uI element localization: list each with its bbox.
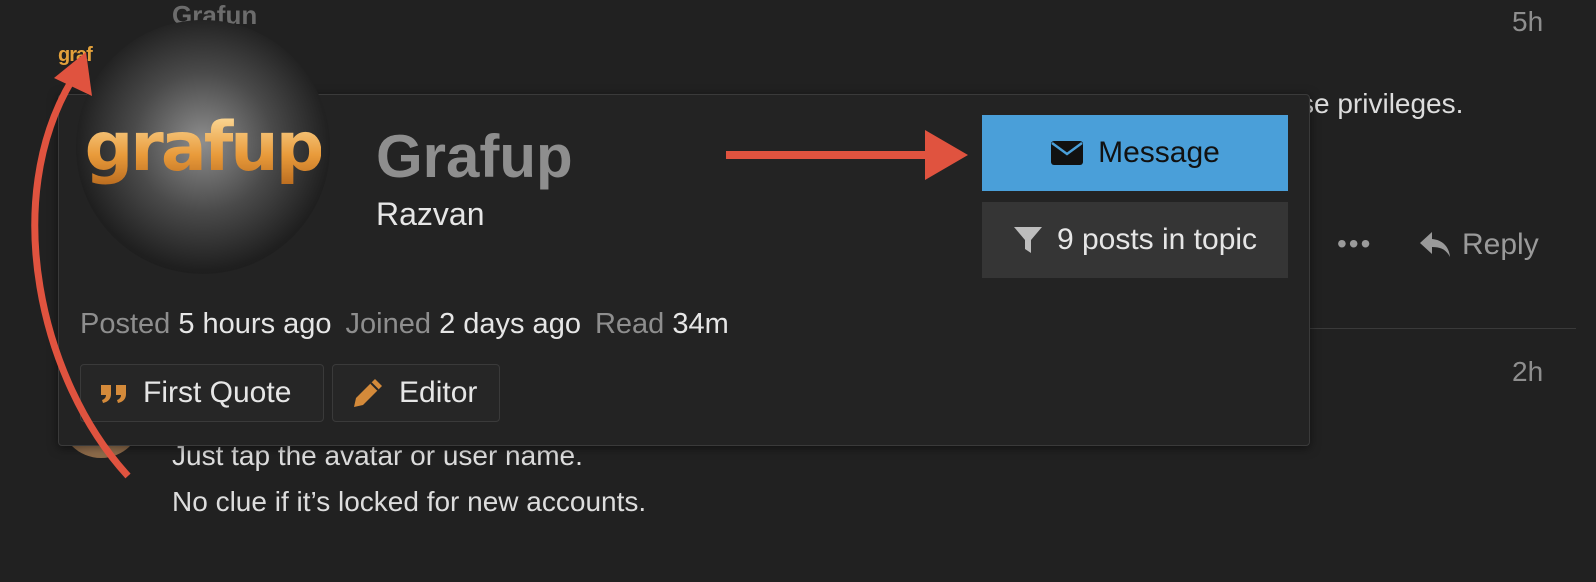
arrow-to-message-button [726,130,968,180]
annotation-arrows [31,52,968,479]
arrow-from-avatar [31,52,131,479]
